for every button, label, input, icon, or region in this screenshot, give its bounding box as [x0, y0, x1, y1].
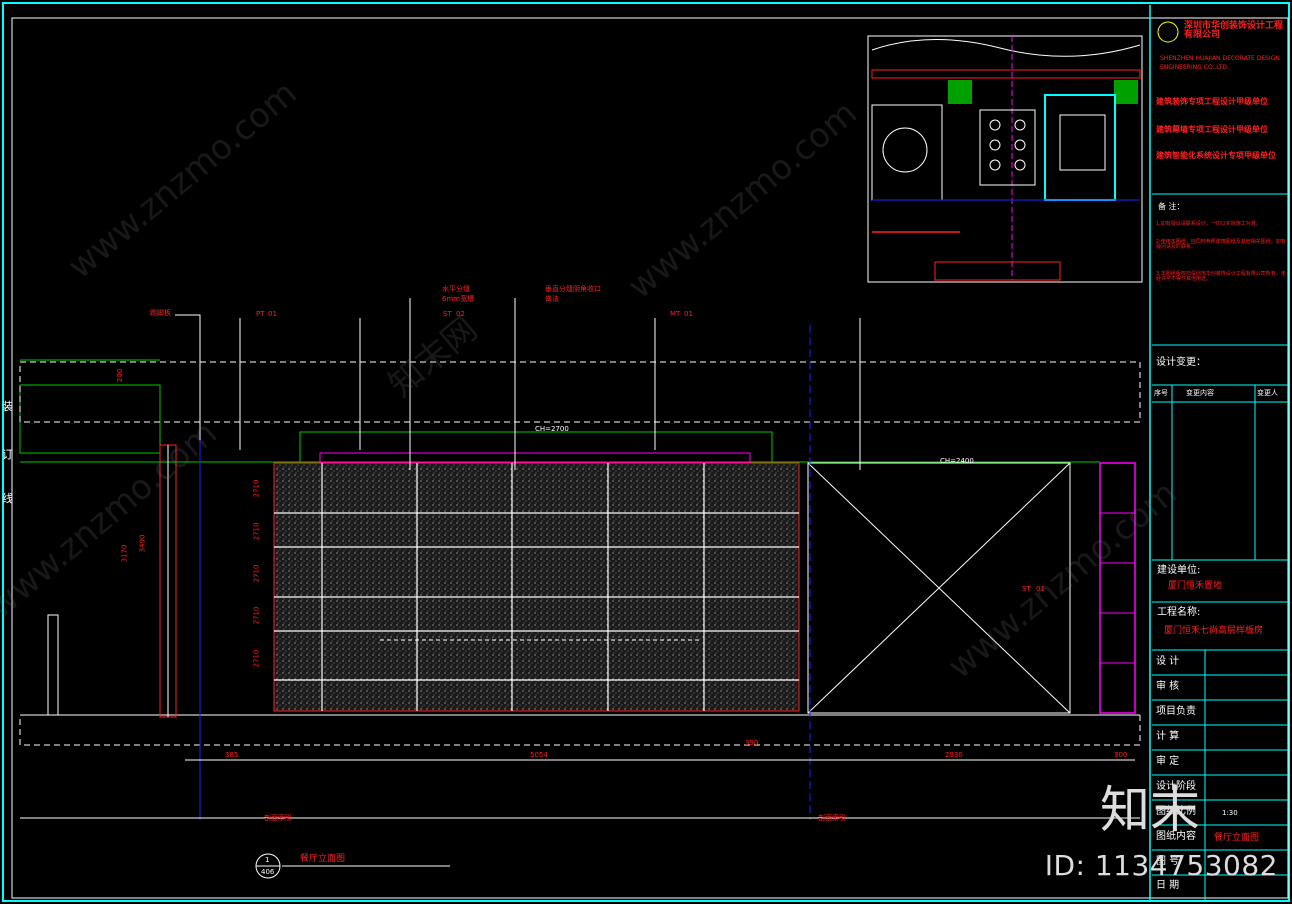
- notes-heading: 备 注：: [1158, 202, 1185, 211]
- dim-panel-2: 2710: [252, 522, 261, 541]
- tag-mt: MT: [670, 310, 681, 318]
- annotation-horizontal-joint: 水平分缝: [442, 285, 470, 293]
- annotation-method: 做法: [545, 295, 559, 303]
- role-review: 审 核: [1156, 681, 1180, 692]
- dim-panel-1: 2710: [252, 479, 261, 498]
- tag-st-2: ST: [1022, 585, 1031, 593]
- binding-char-2: 订: [2, 448, 13, 461]
- dim-panel-3: 2710: [252, 564, 261, 583]
- dim-panel-5: 2710: [252, 649, 261, 668]
- project-value: 厦门恒禾七尚高层样板房: [1164, 626, 1264, 636]
- company-name-en-1: SHENZHEN HUAJIAN DECORATE DESIGN: [1160, 55, 1280, 62]
- design-change-heading: 设计变更：: [1156, 357, 1206, 368]
- project-label: 工程名称:: [1157, 607, 1201, 618]
- role-approve: 审 定: [1156, 756, 1180, 767]
- dim-bottom-2: 5054: [530, 751, 548, 759]
- dim-bottom-3: 2930: [945, 751, 963, 759]
- dim-left-2: 3490: [138, 534, 147, 553]
- dim-panel-4: 2710: [252, 606, 261, 625]
- note-3: 3.本图纸版权归深圳市华创装饰设计工程有限公司所有，未经许可不得作其他用途。: [1156, 271, 1286, 282]
- tag-pt: PT: [256, 310, 265, 318]
- qualification-2: 建筑幕墙专项工程设计甲级单位: [1156, 125, 1268, 134]
- change-col-content: 变更内容: [1186, 389, 1214, 397]
- company-name: 深圳市华创装饰设计工程有限公司: [1184, 21, 1284, 40]
- section-ref-1: 剖面索引: [264, 814, 292, 822]
- view-title: 餐厅立面图: [300, 854, 346, 864]
- ceiling-height-1: CH=2700: [535, 425, 569, 433]
- client-label: 建设单位:: [1157, 565, 1201, 576]
- view-number: 1: [265, 856, 270, 864]
- section-ref-2: 剖面索引: [818, 814, 846, 822]
- ceiling-height-2: CH=2400: [940, 457, 974, 465]
- dim-bottom-1: 385: [225, 751, 239, 759]
- role-design: 设 计: [1156, 656, 1180, 667]
- tag-st: ST: [443, 310, 452, 318]
- image-id-label: ID: 1134753082: [1044, 849, 1278, 882]
- annotation-groove: 6mm宽槽: [442, 295, 475, 303]
- qualification-3: 建筑智能化系统设计专项甲级单位: [1156, 151, 1276, 160]
- dim-bottom-4: 390: [745, 739, 759, 747]
- client-value: 厦门恒禾置地: [1168, 581, 1223, 591]
- view-sheet: 406: [261, 868, 275, 876]
- scale-value: 1:30: [1222, 809, 1238, 817]
- qualification-1: 建筑装饰专项工程设计甲级单位: [1156, 97, 1268, 106]
- company-name-en-2: ENGINEERING CO.,LTD.: [1160, 64, 1229, 71]
- brand-logo-watermark: 知末: [1100, 781, 1200, 839]
- tag-st-no: 02: [456, 310, 465, 318]
- tag-mt-no: 01: [684, 310, 693, 318]
- tag-st-2-no: 01: [1036, 585, 1045, 593]
- tag-pt-no: 01: [268, 310, 277, 318]
- role-lead: 项目负责: [1156, 706, 1196, 717]
- dim-left-1: 3170: [120, 544, 129, 563]
- role-date: 日 期: [1156, 880, 1180, 891]
- change-col-person: 变更人: [1257, 389, 1278, 397]
- change-col-no: 序号: [1154, 389, 1168, 397]
- dim-bottom-5: 300: [1114, 751, 1128, 759]
- binding-char-1: 装: [2, 400, 13, 413]
- role-calc: 计 算: [1156, 731, 1180, 742]
- annotation-vertical-joint: 垂直分缝阴角收口: [545, 285, 601, 293]
- drawing-content-value: 餐厅立面图: [1214, 833, 1260, 843]
- note-1: 1.如有疑议请联系设计，一切以实际施工为准。: [1156, 221, 1261, 227]
- dim-left-3: 200: [116, 368, 125, 383]
- binding-char-3: 线: [2, 492, 13, 505]
- annotation-skirting: 踢脚板: [150, 309, 171, 317]
- note-2: 2.使用本图纸，应同时参照建筑图纸及其他相关图纸，如有疑问请及时联系。: [1156, 239, 1286, 250]
